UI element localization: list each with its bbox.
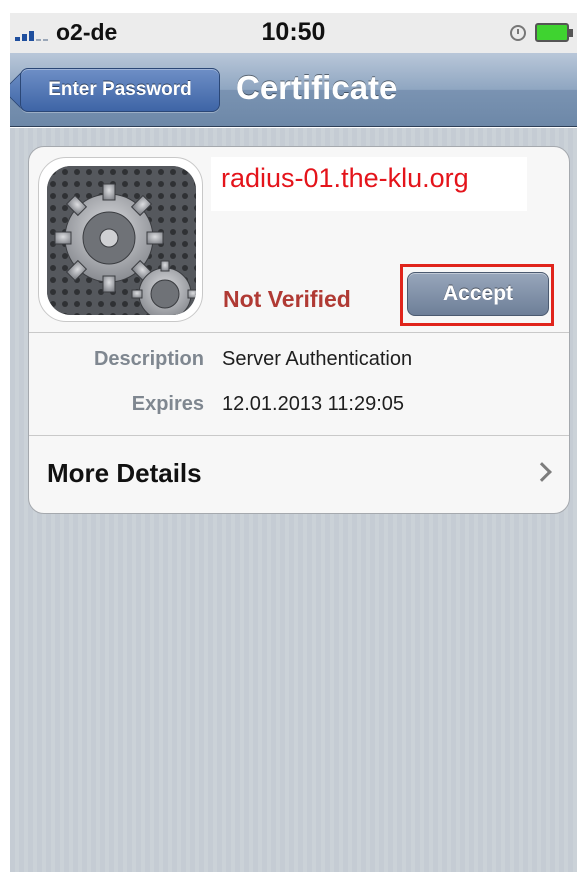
battery-full-icon xyxy=(535,23,573,42)
divider xyxy=(29,332,569,333)
back-button[interactable]: Enter Password xyxy=(20,68,220,112)
accept-button-label: Accept xyxy=(442,282,514,305)
more-details-row[interactable]: More Details xyxy=(29,436,569,514)
verification-status: Not Verified xyxy=(223,286,351,312)
expires-label: Expires xyxy=(131,393,204,415)
certificate-name: radius-01.the-klu.org xyxy=(221,163,469,193)
chevron-right-icon xyxy=(532,462,552,482)
certificate-card: radius-01.the-klu.org Not Verified Accep… xyxy=(28,146,570,514)
settings-gears-icon xyxy=(47,166,196,315)
status-bar: o2-de 10:50 xyxy=(10,13,577,53)
page-title: Certificate xyxy=(236,69,398,106)
back-button-label: Enter Password xyxy=(48,79,192,100)
certificate-icon-frame xyxy=(38,157,203,322)
back-button-area: Enter Password xyxy=(10,53,230,127)
more-details-label: More Details xyxy=(47,458,202,488)
expires-value: 12.01.2013 11:29:05 xyxy=(222,393,405,415)
accept-button[interactable]: Accept xyxy=(407,272,549,316)
phone-screen: o2-de 10:50 Enter Password Certificate r… xyxy=(10,13,577,872)
description-label: Description xyxy=(93,348,204,370)
status-time: 10:50 xyxy=(261,18,326,46)
content-area: radius-01.the-klu.org Not Verified Accep… xyxy=(10,128,577,872)
alarm-clock-icon xyxy=(510,25,526,41)
navigation-bar: Enter Password Certificate xyxy=(10,53,577,127)
description-value: Server Authentication xyxy=(222,348,413,370)
